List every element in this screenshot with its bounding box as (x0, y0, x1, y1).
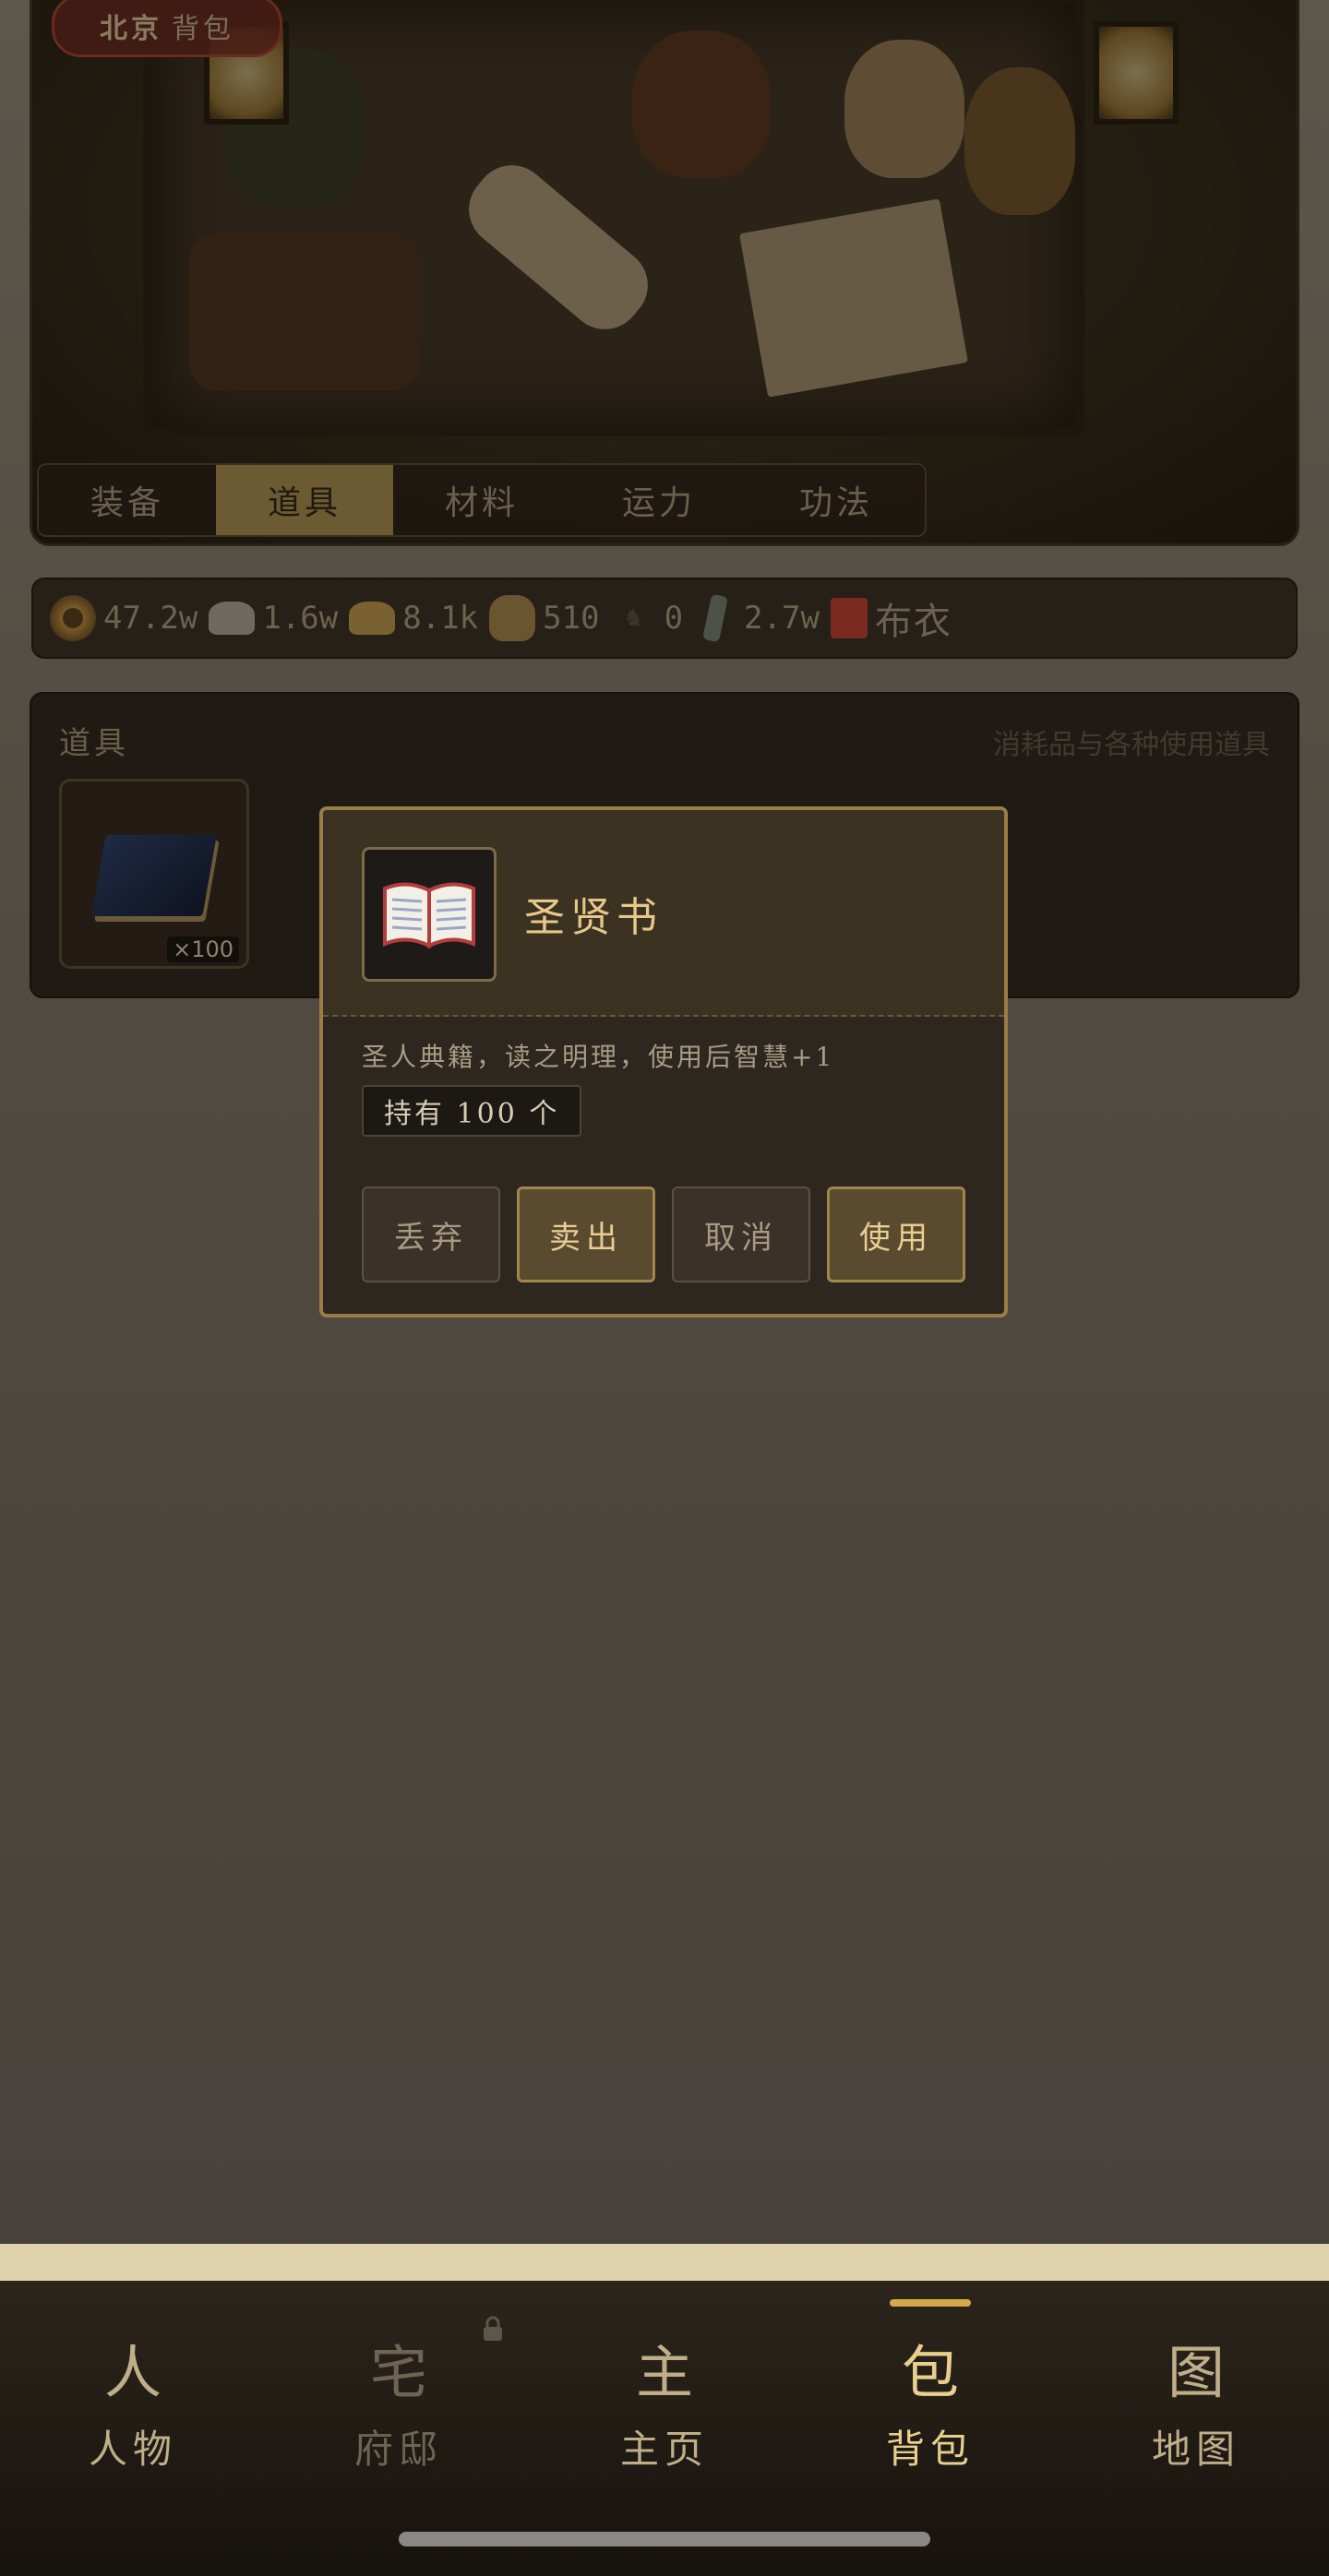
resource-silver: 1.6w (209, 600, 338, 637)
items-panel-hint: 消耗品与各种使用道具 (993, 729, 1270, 761)
resource-horse-value: 0 (664, 600, 684, 637)
nav-top-border (0, 2244, 1329, 2281)
nav-label-backpack: 背包 (885, 2427, 975, 2472)
resource-silver-value: 1.6w (262, 600, 339, 637)
grain-sack-icon (489, 595, 536, 641)
nav-item-home[interactable]: 主 主页 (532, 2329, 797, 2482)
nav-glyph-mansion: 宅 (369, 2339, 427, 2406)
dialog-header: 圣贤书 (323, 810, 1004, 1017)
resource-rank-value: 布衣 (874, 601, 952, 643)
resource-gold-value: 8.1k (402, 600, 479, 637)
resource-rank: 布衣 (830, 591, 952, 645)
tab-skills[interactable]: 功法 (748, 465, 925, 535)
resource-bar: 47.2w 1.6w 8.1k 510 ♞ 0 2.7w 布衣 (31, 578, 1298, 659)
gold-ingot-icon (349, 602, 396, 635)
tab-materials[interactable]: 材料 (393, 465, 570, 535)
nav-glyph-home: 主 (635, 2339, 693, 2406)
location-badge: 北京 背包 (52, 0, 282, 57)
discard-button[interactable]: 丢弃 (362, 1187, 500, 1282)
item-description: 圣人典籍，读之明理，使用后智慧+1 (362, 1042, 835, 1072)
resource-jade-value: 2.7w (744, 600, 820, 637)
copper-coin-icon (50, 595, 96, 641)
horse-icon: ♞ (622, 604, 645, 632)
tab-equipment[interactable]: 装备 (39, 465, 216, 535)
resource-grain: 510 (489, 595, 600, 641)
silver-ingot-icon (209, 602, 256, 635)
location-page: 背包 (172, 13, 234, 45)
item-slot[interactable]: ×100 (59, 779, 249, 969)
resource-copper: 47.2w (50, 595, 198, 641)
tab-props[interactable]: 道具 (216, 465, 393, 535)
nav-glyph-map: 图 (1167, 2339, 1225, 2406)
nav-item-backpack[interactable]: 包 背包 (797, 2329, 1063, 2482)
active-tab-indicator (890, 2299, 971, 2307)
nav-label-map: 地图 (1151, 2427, 1240, 2472)
use-button[interactable]: 使用 (827, 1187, 965, 1282)
home-indicator[interactable] (399, 2532, 930, 2546)
cloth-rank-icon (830, 598, 868, 638)
nav-label-home: 主页 (619, 2427, 709, 2472)
nav-item-character[interactable]: 人 人物 (0, 2329, 266, 2482)
resource-grain-value: 510 (543, 600, 600, 637)
jade-token-icon (702, 593, 729, 643)
category-tabs: 装备 道具 材料 运力 功法 (37, 463, 927, 537)
nav-item-mansion[interactable]: 宅 府邸 (266, 2329, 532, 2482)
resource-gold: 8.1k (349, 600, 478, 637)
nav-label-character: 人物 (88, 2427, 177, 2472)
nav-glyph-backpack: 包 (901, 2339, 959, 2406)
item-name: 圣贤书 (524, 894, 663, 941)
tab-transport[interactable]: 运力 (570, 465, 748, 535)
items-panel-title: 道具 (59, 725, 129, 762)
cancel-button[interactable]: 取消 (672, 1187, 810, 1282)
resource-horse: ♞ 0 (611, 595, 683, 641)
nav-label-mansion: 府邸 (353, 2427, 443, 2472)
sell-button[interactable]: 卖出 (517, 1187, 655, 1282)
nav-glyph-character: 人 (103, 2339, 162, 2406)
open-book-icon (383, 882, 475, 949)
item-slot-quantity: ×100 (167, 936, 239, 962)
item-detail-dialog: 圣贤书 圣人典籍，读之明理，使用后智慧+1 持有 100 个 丢弃 卖出 取消 … (319, 806, 1008, 1318)
sage-book-icon (91, 835, 217, 916)
nav-item-map[interactable]: 图 地图 (1063, 2329, 1329, 2482)
item-icon-frame (362, 847, 497, 982)
location-city: 北京 (100, 13, 162, 45)
resource-copper-value: 47.2w (103, 600, 198, 637)
owned-count: 持有 100 个 (362, 1085, 582, 1137)
resource-jade: 2.7w (694, 593, 820, 643)
